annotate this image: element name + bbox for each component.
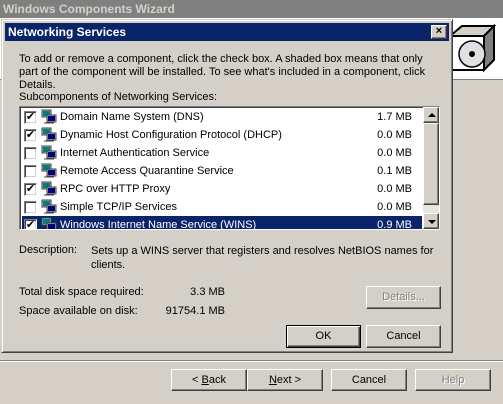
back-button[interactable]: < Back bbox=[171, 369, 247, 391]
disk-required-value: 3.3 MB bbox=[190, 286, 225, 298]
list-item[interactable]: ✔ RPC over HTTP Proxy 0.0 MB bbox=[22, 180, 422, 198]
details-button[interactable]: Details... bbox=[366, 286, 441, 309]
component-checkbox[interactable] bbox=[24, 147, 37, 160]
component-name: Remote Access Quarantine Service bbox=[60, 165, 234, 177]
cancel-button[interactable]: Cancel bbox=[366, 325, 441, 348]
space-available-value: 91754.1 MB bbox=[165, 305, 225, 317]
component-checkbox[interactable] bbox=[24, 165, 37, 178]
next-button[interactable]: Next > bbox=[247, 369, 323, 391]
component-name: Simple TCP/IP Services bbox=[60, 201, 177, 213]
network-component-icon bbox=[41, 199, 57, 215]
down-arrow-icon bbox=[428, 220, 436, 224]
network-component-icon bbox=[41, 127, 57, 143]
dialog-titlebar: Networking Services × bbox=[5, 23, 449, 41]
list-item[interactable]: ✔ Dynamic Host Configuration Protocol (DH… bbox=[22, 126, 422, 144]
component-size: 0.0 MB bbox=[377, 147, 412, 159]
list-item[interactable]: Simple TCP/IP Services 0.0 MB bbox=[22, 198, 422, 216]
intro-text: To add or remove a component, click the … bbox=[19, 53, 426, 91]
subcomponents-label: Subcomponents of Networking Services: bbox=[19, 91, 218, 103]
up-arrow-icon bbox=[428, 113, 436, 117]
subcomponents-list[interactable]: ✔ Domain Name System (DNS) 1.7 MB ✔ Dynamic … bbox=[19, 106, 440, 230]
ok-button[interactable]: OK bbox=[286, 325, 361, 348]
component-size: 0.0 MB bbox=[377, 129, 412, 141]
list-scrollbar[interactable] bbox=[423, 107, 439, 229]
component-checkbox[interactable]: ✔ bbox=[24, 129, 37, 142]
component-size: 0.0 MB bbox=[377, 183, 412, 195]
network-component-icon bbox=[41, 163, 57, 179]
network-component-icon bbox=[41, 217, 57, 229]
scroll-down-button[interactable] bbox=[423, 213, 439, 229]
scroll-up-button[interactable] bbox=[423, 107, 439, 123]
close-icon: × bbox=[435, 25, 443, 37]
component-size: 0.1 MB bbox=[377, 165, 412, 177]
dialog-title: Networking Services bbox=[8, 25, 127, 39]
network-component-icon bbox=[41, 109, 57, 125]
component-name: Internet Authentication Service bbox=[60, 147, 210, 159]
component-name: RPC over HTTP Proxy bbox=[60, 183, 171, 195]
scroll-thumb[interactable] bbox=[423, 123, 439, 205]
footer-divider bbox=[0, 360, 503, 362]
component-size: 0.0 MB bbox=[377, 201, 412, 213]
component-checkbox[interactable]: ✔ bbox=[24, 111, 37, 124]
component-checkbox[interactable]: ✔ bbox=[24, 219, 37, 229]
component-checkbox[interactable] bbox=[24, 201, 37, 214]
network-component-icon bbox=[41, 181, 57, 197]
networking-services-dialog: Networking Services × To add or remove a… bbox=[1, 19, 453, 353]
wizard-cancel-button[interactable]: Cancel bbox=[331, 369, 407, 391]
component-size: 1.7 MB bbox=[377, 111, 412, 123]
space-available-label: Space available on disk: bbox=[19, 305, 138, 317]
list-item[interactable]: ✔ Windows Internet Name Service (WINS) 0.9… bbox=[22, 216, 422, 230]
wizard-titlebar: Windows Components Wizard bbox=[0, 0, 503, 18]
close-button[interactable]: × bbox=[431, 25, 447, 39]
component-name: Domain Name System (DNS) bbox=[60, 111, 204, 123]
help-button[interactable]: Help bbox=[415, 369, 491, 391]
network-component-icon bbox=[41, 145, 57, 161]
component-checkbox[interactable]: ✔ bbox=[24, 183, 37, 196]
list-item[interactable]: Internet Authentication Service 0.0 MB bbox=[22, 144, 422, 162]
list-item[interactable]: ✔ Domain Name System (DNS) 1.7 MB bbox=[22, 108, 422, 126]
list-item[interactable]: Remote Access Quarantine Service 0.1 MB bbox=[22, 162, 422, 180]
component-name: Windows Internet Name Service (WINS) bbox=[60, 219, 257, 230]
cd-box-icon bbox=[448, 23, 496, 73]
description-label: Description: bbox=[19, 244, 78, 256]
component-name: Dynamic Host Configuration Protocol (DHC… bbox=[60, 129, 282, 141]
component-size: 0.9 MB bbox=[377, 219, 412, 230]
description-text: Sets up a WINS server that registers and… bbox=[91, 245, 434, 271]
disk-required-label: Total disk space required: bbox=[19, 286, 144, 298]
